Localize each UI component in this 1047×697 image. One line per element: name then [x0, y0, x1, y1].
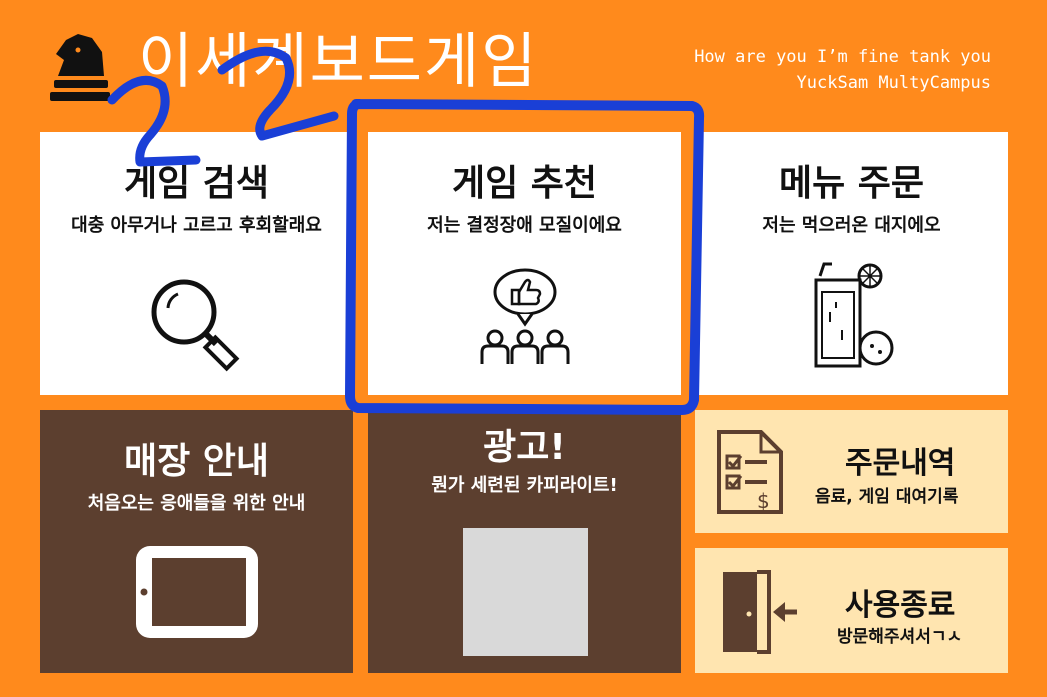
door-exit-icon — [723, 570, 797, 654]
tablet-icon — [135, 546, 258, 638]
tagline-line-2: YuckSam MultyCampus — [796, 73, 991, 93]
end-session-subtitle: 방문해주셔서ㄱㅅ — [837, 627, 963, 647]
store-guide-subtitle: 처음오는 응애들을 위한 안내 — [87, 493, 306, 514]
checklist-invoice-icon: $ — [717, 430, 783, 514]
order-history-subtitle: 음료, 게임 대여기록 — [815, 487, 959, 507]
game-recommend-subtitle: 저는 결정장애 모질이에요 — [427, 215, 622, 236]
game-search-subtitle: 대충 아무거나 고르고 후회할래요 — [71, 215, 322, 236]
ad-title: 광고! — [483, 427, 566, 468]
menu-order-subtitle: 저는 먹으러온 대지에오 — [762, 215, 941, 236]
end-session-title: 사용종료 — [845, 588, 956, 623]
end-session-card[interactable]: 사용종료 방문해주셔서ㄱㅅ — [695, 548, 1008, 673]
tagline: How are you I’m fine tank you YuckSam Mu… — [694, 44, 991, 96]
game-search-title: 게임 검색 — [123, 163, 269, 204]
order-history-card[interactable]: $ 주문내역 음료, 게임 대여기록 — [695, 410, 1008, 533]
game-recommend-title: 게임 추천 — [451, 163, 597, 204]
drink-icon — [814, 262, 893, 368]
menu-order-card[interactable]: 메뉴 주문 저는 먹으러온 대지에오 — [695, 132, 1008, 395]
game-search-card[interactable]: 게임 검색 대충 아무거나 고르고 후회할래요 — [40, 132, 353, 395]
store-guide-card[interactable]: 매장 안내 처음오는 응애들을 위한 안내 — [40, 410, 353, 673]
svg-text:$: $ — [757, 489, 770, 513]
menu-order-title: 메뉴 주문 — [778, 163, 924, 204]
ad-image-placeholder — [463, 528, 588, 656]
ad-card[interactable]: 광고! 뭔가 세련된 카피라이트! — [368, 410, 681, 673]
order-history-title: 주문내역 — [845, 446, 956, 481]
store-guide-title: 매장 안내 — [123, 441, 269, 482]
tagline-line-1: How are you I’m fine tank you — [694, 47, 991, 67]
header: 이세계보드게임 How are you I’m fine tank you Yu… — [0, 0, 1047, 130]
ad-subtitle: 뭔가 세련된 카피라이트! — [431, 475, 618, 496]
magnifier-icon — [151, 279, 239, 372]
thumbs-up-group-icon — [480, 268, 569, 364]
app-title: 이세계보드게임 — [138, 27, 539, 97]
game-recommend-card[interactable]: 게임 추천 저는 결정장애 모질이에요 — [368, 132, 681, 395]
chess-knight-icon — [50, 34, 110, 101]
